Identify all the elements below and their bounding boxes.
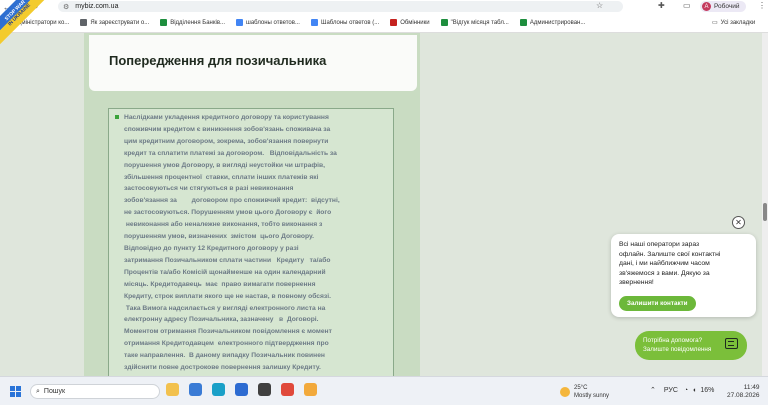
page-content: Попередження для позичальника Наслідками… <box>0 33 768 376</box>
page-scrollbar[interactable] <box>762 33 768 376</box>
battery-level[interactable]: 16% <box>700 387 714 394</box>
url-field[interactable]: ⚙ mybiz.com.ua <box>58 1 623 12</box>
bookmark-favicon-icon <box>519 19 527 26</box>
bookmark-label: Обмінники <box>400 19 430 26</box>
close-icon: ✕ <box>735 218 742 227</box>
profile-button[interactable]: A Робочий <box>700 1 746 12</box>
all-bookmarks-button[interactable]: ▭ Усі закладки <box>712 19 756 27</box>
bookmark-item[interactable]: Відділення Банків... <box>160 19 225 26</box>
clock[interactable]: 11:49 27.08.2026 <box>727 384 760 400</box>
page-title: Попередження для позичальника <box>109 53 327 68</box>
explorer-icon[interactable] <box>166 383 179 396</box>
bookmark-favicon-icon <box>160 19 168 26</box>
language-indicator[interactable]: РУС <box>664 387 678 394</box>
warning-text: Наслідками укладення кредитного договору… <box>124 114 340 376</box>
search-icon: ⌕ <box>36 387 40 395</box>
weather-widget[interactable]: 25°C Mostly sunny <box>560 384 609 400</box>
windows-start-icon[interactable] <box>10 386 21 397</box>
clock-time: 11:49 <box>743 384 760 391</box>
extensions-icon[interactable]: ✚ <box>658 1 665 10</box>
bookmark-label: шаблоны ответов... <box>246 19 300 26</box>
bookmark-label: "Відгук місяця табл... <box>450 19 509 26</box>
chat-icon <box>725 338 738 349</box>
bookmark-item[interactable]: Шаблоны ответов (... <box>310 19 380 26</box>
bookmark-favicon-icon <box>80 19 88 26</box>
search-placeholder: Пошук <box>43 388 66 395</box>
chrome-icon[interactable] <box>281 383 294 396</box>
bookmark-favicon-icon <box>440 19 448 26</box>
clock-date: 27.08.2026 <box>727 392 760 399</box>
sidepanel-icon[interactable]: ▭ <box>683 1 691 10</box>
site-info-icon[interactable]: ⚙ <box>63 3 69 11</box>
url-text: mybiz.com.ua <box>75 3 119 10</box>
mail-icon[interactable] <box>235 383 248 396</box>
chrome-2-icon[interactable] <box>304 383 317 396</box>
browser-chrome: ← → ↻ ⚙ mybiz.com.ua ☆ ✚ ▭ A Робочий ⋮ А… <box>0 0 768 33</box>
bookmark-item[interactable]: Як зареєструвати о... <box>80 19 149 26</box>
edge-icon[interactable] <box>212 383 225 396</box>
scrollbar-thumb[interactable] <box>763 203 767 221</box>
chevron-up-icon[interactable]: ⌃ <box>650 386 656 394</box>
bookmark-item[interactable]: Обмінники <box>390 19 430 26</box>
profile-name: Робочий <box>714 3 740 10</box>
weather-desc: Mostly sunny <box>574 393 610 399</box>
bookmark-favicon-icon <box>390 19 398 26</box>
bookmark-favicon-icon <box>236 19 244 26</box>
volume-icon[interactable]: ◖ <box>692 387 696 394</box>
all-bookmarks-label: Усі закладки <box>720 19 756 26</box>
system-tray: ⌃ РУС ◔ ◖ 16% <box>650 386 714 395</box>
bookmark-favicon-icon <box>310 19 318 26</box>
chat-close-button[interactable]: ✕ <box>732 216 745 229</box>
sun-icon <box>560 387 570 397</box>
bookmark-item[interactable]: Администрирован... <box>519 19 586 26</box>
taskbar-search[interactable]: ⌕ Пошук <box>30 384 160 399</box>
warning-text-box: Наслідками укладення кредитного договору… <box>108 108 394 376</box>
wifi-icon[interactable]: ◔ <box>684 387 688 394</box>
taskbar: ⌕ Пошук 25°C Mostly sunny ⌃ РУС ◔ ◖ 16% … <box>0 376 768 405</box>
leave-contacts-button[interactable]: Залишити контакти <box>619 296 696 311</box>
folder-icon: ▭ <box>712 20 718 26</box>
bookmark-star-icon[interactable]: ☆ <box>596 1 603 10</box>
bookmark-label: Як зареєструвати о... <box>90 19 150 26</box>
bookmark-item[interactable]: "Відгук місяця табл... <box>440 19 509 26</box>
taskbar-apps <box>166 383 327 396</box>
bookmarks-bar: Адміністратори ко... Як зареєструвати о..… <box>0 13 768 33</box>
bullet-icon <box>115 115 119 119</box>
store-icon[interactable] <box>189 383 202 396</box>
chat-popup: Всі наші оператори зараз офлайн. Залиште… <box>611 234 756 317</box>
bookmark-label: Відділення Банків... <box>170 19 226 26</box>
chat-launcher[interactable]: Потрібна допомога? Залиште повідомлення <box>635 331 747 360</box>
bookmark-label: Шаблоны ответов (... <box>320 19 380 26</box>
bookmark-label: Администрирован... <box>529 19 586 26</box>
weather-temp: 25°C <box>574 385 588 391</box>
title-card: Попередження для позичальника <box>89 35 417 91</box>
avatar: A <box>702 2 711 11</box>
menu-icon[interactable]: ⋮ <box>758 1 766 10</box>
chat-message: Всі наші оператори зараз офлайн. Залиште… <box>619 241 721 287</box>
address-bar-row: ← → ↻ ⚙ mybiz.com.ua ☆ ✚ ▭ A Робочий ⋮ <box>0 0 768 13</box>
camera-icon[interactable] <box>258 383 271 396</box>
bookmark-item[interactable]: шаблоны ответов... <box>236 19 300 26</box>
